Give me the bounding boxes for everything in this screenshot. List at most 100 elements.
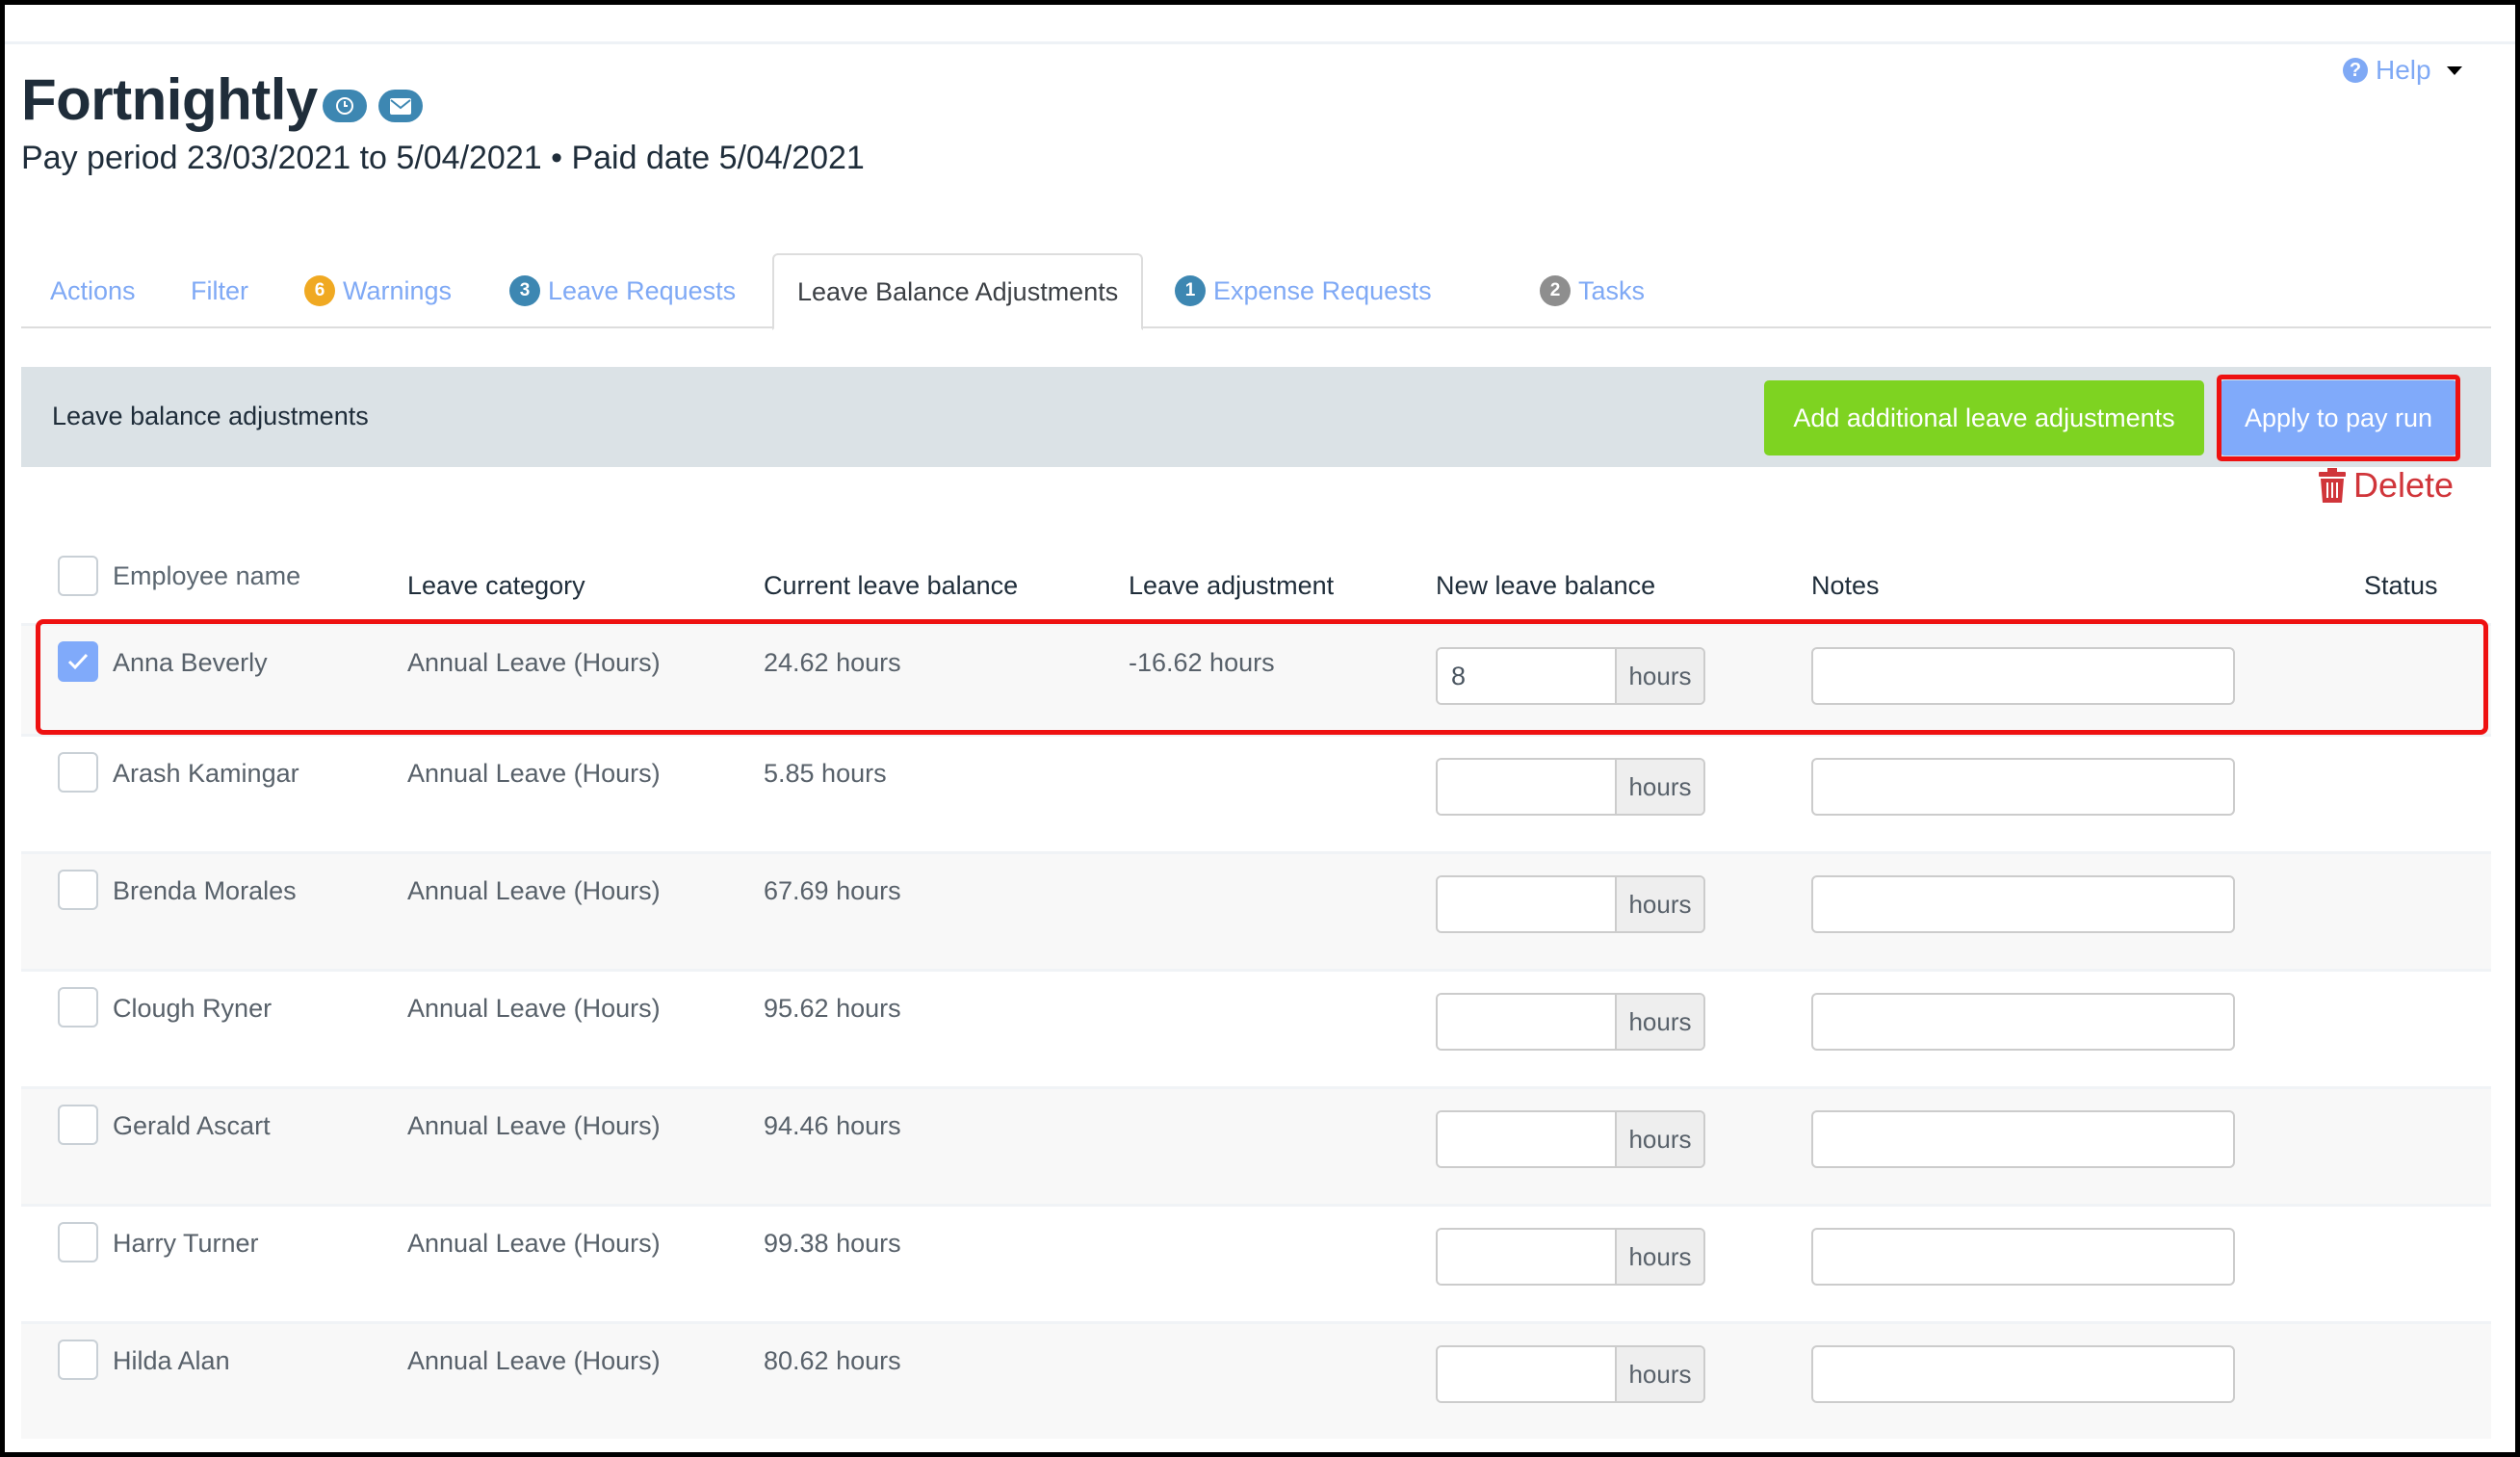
table-body: Anna Beverly Annual Leave (Hours) 24.62 …	[21, 623, 2491, 1439]
employee-name: Harry Turner	[113, 1229, 259, 1258]
page: Fortnightly Pay period 23/03/2021 to 5/0…	[5, 5, 2515, 1452]
notes-input[interactable]	[1811, 993, 2235, 1051]
panel-title: Leave balance adjustments	[52, 402, 369, 430]
current-balance: 80.62 hours	[764, 1346, 901, 1375]
tab-label: Actions	[50, 275, 136, 305]
help-icon: ?	[2343, 58, 2368, 83]
help-dropdown[interactable]: ? Help	[2343, 55, 2462, 86]
leave-category: Annual Leave (Hours)	[407, 876, 661, 905]
select-all-checkbox[interactable]	[58, 556, 98, 596]
new-balance-input[interactable]	[1438, 995, 1615, 1049]
tab-warnings[interactable]: 6 Warnings	[304, 253, 452, 328]
title-actions	[323, 90, 423, 122]
notes-input[interactable]	[1811, 1110, 2235, 1168]
col-leave-adjustment: Leave adjustment	[1129, 571, 1335, 600]
col-status: Status	[2364, 571, 2438, 600]
notes-input[interactable]	[1811, 647, 2235, 705]
row-checkbox[interactable]	[58, 1222, 98, 1262]
caret-down-icon	[2446, 65, 2462, 75]
current-balance: 99.38 hours	[764, 1229, 901, 1258]
row-checkbox[interactable]	[58, 1340, 98, 1380]
notes-input[interactable]	[1811, 1228, 2235, 1286]
employee-name: Gerald Ascart	[113, 1111, 271, 1140]
tab-bar: Actions Filter 6 Warnings 3 Leave Reques…	[21, 253, 2491, 330]
checkmark-icon	[67, 653, 89, 670]
hours-addon: hours	[1615, 995, 1703, 1049]
col-employee-name: Employee name	[113, 561, 301, 590]
top-divider	[5, 41, 2515, 44]
table-row: Harry Turner Annual Leave (Hours) 99.38 …	[21, 1204, 2491, 1321]
notes-input[interactable]	[1811, 1345, 2235, 1403]
trash-icon	[2319, 468, 2346, 503]
tab-label: Leave Requests	[548, 275, 737, 305]
col-leave-category: Leave category	[407, 571, 585, 600]
new-balance-field: hours	[1436, 1345, 1705, 1403]
panel-header: Leave balance adjustments Add additional…	[21, 367, 2491, 467]
employee-name: Brenda Morales	[113, 876, 297, 905]
row-checkbox[interactable]	[58, 870, 98, 910]
add-leave-adjustments-button[interactable]: Add additional leave adjustments	[1764, 380, 2204, 455]
hours-addon: hours	[1615, 877, 1703, 931]
table-row: Hilda Alan Annual Leave (Hours) 80.62 ho…	[21, 1321, 2491, 1439]
tab-actions[interactable]: Actions	[50, 253, 136, 328]
current-balance: 5.85 hours	[764, 759, 887, 788]
new-balance-field: hours	[1436, 993, 1705, 1051]
delete-button[interactable]: Delete	[2319, 465, 2454, 506]
row-checkbox[interactable]	[58, 1105, 98, 1145]
employee-name: Anna Beverly	[113, 648, 268, 677]
tab-expense-requests[interactable]: 1 Expense Requests	[1175, 253, 1432, 328]
tab-label: Warnings	[343, 275, 453, 305]
pay-period-info: Pay period 23/03/2021 to 5/04/2021 • Pai…	[21, 140, 865, 176]
new-balance-field: hours	[1436, 758, 1705, 816]
table-row: Arash Kamingar Annual Leave (Hours) 5.85…	[21, 734, 2491, 851]
leave-adjustments-table: Employee name Leave category Current lea…	[21, 544, 2491, 1439]
row-checkbox-checked[interactable]	[58, 641, 98, 682]
new-balance-field: hours	[1436, 647, 1705, 705]
table-row: Clough Ryner Annual Leave (Hours) 95.62 …	[21, 969, 2491, 1086]
new-balance-input[interactable]	[1438, 649, 1615, 703]
hours-addon: hours	[1615, 760, 1703, 814]
notes-input[interactable]	[1811, 758, 2235, 816]
col-current-balance: Current leave balance	[764, 571, 1019, 600]
current-balance: 67.69 hours	[764, 876, 901, 905]
table-header: Employee name Leave category Current lea…	[21, 544, 2491, 623]
tab-label: Leave Balance Adjustments	[797, 276, 1119, 306]
new-balance-field: hours	[1436, 875, 1705, 933]
expense-requests-count-badge: 1	[1175, 275, 1206, 306]
tab-filter[interactable]: Filter	[191, 253, 248, 328]
leave-category: Annual Leave (Hours)	[407, 1111, 661, 1140]
clock-icon[interactable]	[323, 90, 367, 122]
tab-tasks[interactable]: 2 Tasks	[1540, 253, 1645, 328]
new-balance-input[interactable]	[1438, 760, 1615, 814]
employee-name: Arash Kamingar	[113, 759, 299, 788]
tab-leave-balance-adjustments[interactable]: Leave Balance Adjustments	[772, 253, 1144, 330]
tab-label: Filter	[191, 275, 248, 305]
leave-requests-count-badge: 3	[509, 275, 540, 306]
leave-category: Annual Leave (Hours)	[407, 1229, 661, 1258]
col-new-balance: New leave balance	[1436, 571, 1656, 600]
leave-category: Annual Leave (Hours)	[407, 648, 661, 677]
row-checkbox[interactable]	[58, 752, 98, 793]
tab-label: Tasks	[1578, 275, 1646, 305]
table-row: Gerald Ascart Annual Leave (Hours) 94.46…	[21, 1086, 2491, 1204]
notes-input[interactable]	[1811, 875, 2235, 933]
hours-addon: hours	[1615, 1230, 1703, 1284]
leave-category: Annual Leave (Hours)	[407, 1346, 661, 1375]
new-balance-input[interactable]	[1438, 1230, 1615, 1284]
tab-leave-requests[interactable]: 3 Leave Requests	[509, 253, 736, 328]
apply-to-pay-run-button[interactable]: Apply to pay run	[2220, 380, 2457, 455]
leave-category: Annual Leave (Hours)	[407, 759, 661, 788]
new-balance-input[interactable]	[1438, 1347, 1615, 1401]
tab-label: Expense Requests	[1213, 275, 1432, 305]
new-balance-input[interactable]	[1438, 1112, 1615, 1166]
col-notes: Notes	[1811, 571, 1880, 600]
current-balance: 94.46 hours	[764, 1111, 901, 1140]
employee-name: Hilda Alan	[113, 1346, 230, 1375]
leave-category: Annual Leave (Hours)	[407, 994, 661, 1023]
page-title: Fortnightly	[21, 67, 318, 132]
hours-addon: hours	[1615, 649, 1703, 703]
new-balance-input[interactable]	[1438, 877, 1615, 931]
row-checkbox[interactable]	[58, 987, 98, 1028]
envelope-icon[interactable]	[378, 90, 423, 122]
help-label: Help	[2376, 55, 2431, 85]
